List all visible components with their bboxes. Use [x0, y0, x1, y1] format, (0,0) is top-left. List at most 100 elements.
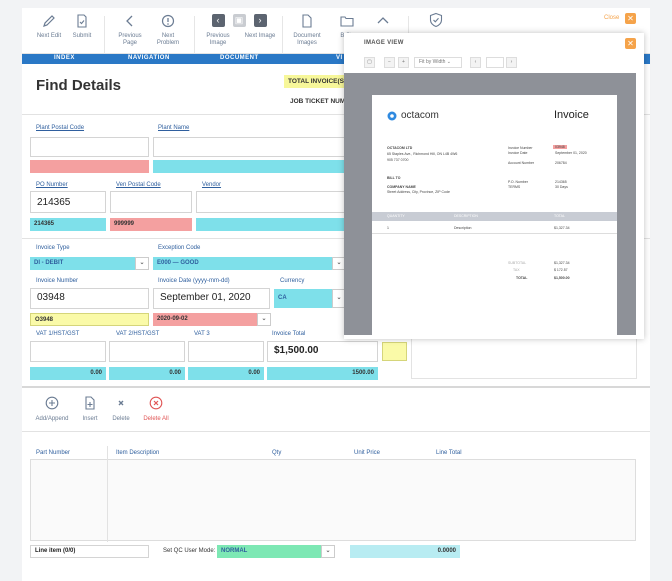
chevron-down-icon: ⌄: [321, 545, 335, 558]
invoice-number-check: O3948: [30, 313, 149, 326]
qc-mode-label: Set QC User Mode:: [163, 548, 216, 554]
vat3-input[interactable]: [188, 341, 264, 362]
invoice-date-label: Invoice Date (yyyy-mm-dd): [158, 278, 230, 284]
invoice-number-input[interactable]: 03948: [30, 288, 149, 309]
invoice-total-flag: [382, 342, 407, 361]
plant-postal-code-input[interactable]: [30, 137, 149, 157]
doc-phone: 905 737 0700: [387, 158, 409, 162]
invoice-total-check: 1500.00: [267, 367, 378, 380]
doc-col-qty: QUANTITY: [387, 214, 405, 218]
po-number-check: 214365: [30, 218, 106, 231]
toolbar-separator: [282, 16, 283, 56]
doc-bill-to: BILL TO: [387, 176, 401, 180]
currency-select[interactable]: CA ⌄: [274, 289, 346, 308]
ven-postal-code-input[interactable]: [110, 191, 192, 213]
fit-page-icon[interactable]: ▢: [364, 57, 375, 68]
invoice-total-label: Invoice Total: [272, 331, 306, 337]
line-items-table[interactable]: [30, 459, 636, 541]
doc-table-header: [372, 212, 617, 221]
folder-icon: [336, 12, 358, 30]
delete-button[interactable]: Delete: [108, 396, 134, 422]
doc-company-name: COMPANY NAME: [387, 185, 416, 189]
chevron-left-icon: ‹: [207, 12, 229, 30]
document-images-button[interactable]: Document Images: [290, 12, 324, 47]
chevron-down-icon: ⌄: [257, 313, 271, 326]
doc-street: Street Address, City, Province, ZIP Code: [387, 190, 450, 194]
plant-name-check: [153, 160, 346, 173]
shield-check-icon[interactable]: [428, 12, 444, 28]
invoice-type-label: Invoice Type: [36, 245, 70, 251]
doc-heading: Invoice: [554, 109, 589, 121]
po-number-label: PO Number: [36, 182, 68, 188]
col-item-description: Item Description: [116, 450, 160, 456]
alert-circle-icon: [157, 12, 179, 30]
vat1-check: 0.00: [30, 367, 106, 380]
invoice-type-select[interactable]: DI - DEBIT ⌄: [30, 257, 149, 270]
exception-code-label: Exception Code: [158, 245, 201, 251]
doc-address: 65 Staples Ave., Richmond Hill, ON L4B 4…: [387, 152, 458, 156]
close-icon[interactable]: ✕: [625, 13, 636, 24]
octacom-logo-icon: [387, 111, 397, 121]
delete-all-button[interactable]: Delete All: [140, 396, 172, 422]
col-part-number: Part Number: [36, 450, 71, 456]
vat1-input[interactable]: [30, 341, 106, 362]
image-view-toolbar: ▢ − + Fit by Width ⌄ ‹ ›: [364, 57, 636, 69]
zoom-in-icon[interactable]: +: [398, 57, 409, 68]
chevron-left-icon[interactable]: ‹: [470, 57, 481, 68]
vat3-label: VAT 3: [194, 331, 210, 337]
x-icon: [118, 400, 124, 406]
invoice-date-input[interactable]: September 01, 2020: [153, 288, 270, 309]
close-link[interactable]: Close: [604, 15, 619, 21]
doc-row-total: $1,327.34: [554, 226, 570, 230]
col-qty: Qty: [272, 450, 282, 456]
vendor-label: Vendor: [202, 182, 222, 188]
chevron-right-icon[interactable]: ›: [506, 57, 517, 68]
doc-invoice-date: September 01, 2020: [555, 151, 587, 155]
add-append-button[interactable]: Add/Append: [34, 396, 70, 422]
invoice-number-label: Invoice Number: [36, 278, 79, 284]
chevron-left-icon: [119, 12, 141, 30]
plant-name-input[interactable]: [153, 137, 346, 157]
next-image-button[interactable]: › Next Image: [244, 12, 276, 40]
nav-section-document: DOCUMENT: [220, 55, 259, 61]
invoice-total-input[interactable]: $1,500.00: [267, 341, 378, 362]
zoom-out-icon[interactable]: −: [384, 57, 395, 68]
doc-invoice-number: 03948: [553, 145, 567, 149]
brand-name: octacom: [401, 110, 439, 121]
collapse-button[interactable]: [372, 12, 394, 33]
insert-button[interactable]: Insert: [78, 396, 102, 422]
pencil-icon: [38, 12, 60, 30]
chevron-down-icon: ⌄: [135, 257, 149, 270]
doc-po-label: P.O. Number: [508, 180, 528, 184]
doc-account-number-label: Account Number: [508, 161, 535, 165]
image-view-panel: IMAGE VIEW ✕ ▢ − + Fit by Width ⌄ ‹ › oc…: [344, 33, 644, 339]
ven-postal-code-label: Ven Postal Code: [116, 182, 161, 188]
divider: [22, 386, 650, 388]
doc-company: OCTACOM LTD: [387, 146, 413, 150]
doc-row-qty: 1: [387, 226, 389, 230]
doc-terms-label: TERMS: [508, 185, 521, 189]
doc-subtotal-label: SUBTOTAL: [508, 261, 527, 265]
close-image-view-icon[interactable]: ✕: [625, 38, 636, 49]
exception-code-select[interactable]: E000 — GOOD ⌄: [153, 257, 346, 270]
submit-button[interactable]: Submit: [68, 12, 96, 40]
line-item-counter: Line item (0/0): [30, 545, 149, 558]
vendor-check: [196, 218, 346, 231]
previous-page-button[interactable]: Previous Page: [114, 12, 146, 47]
doc-total-label: TOTAL: [516, 276, 528, 280]
file-icon: [296, 12, 318, 30]
invoice-date-dropdown[interactable]: ⌄: [257, 313, 271, 326]
vendor-input[interactable]: [196, 191, 346, 213]
vat2-check: 0.00: [109, 367, 185, 380]
vat2-input[interactable]: [109, 341, 185, 362]
chevron-up-icon: [372, 12, 394, 30]
col-unit-price: Unit Price: [354, 450, 381, 456]
qc-mode-select[interactable]: NORMAL ⌄: [217, 545, 335, 558]
po-number-input[interactable]: 214365: [30, 191, 106, 213]
doc-col-desc: DESCRIPTION: [454, 214, 478, 218]
doc-col-total: TOTAL: [554, 214, 565, 218]
next-edit-button[interactable]: Next Edit: [34, 12, 64, 40]
page-input[interactable]: [486, 57, 504, 68]
next-problem-button[interactable]: Next Problem: [152, 12, 184, 47]
zoom-mode-select[interactable]: Fit by Width ⌄: [414, 57, 462, 68]
